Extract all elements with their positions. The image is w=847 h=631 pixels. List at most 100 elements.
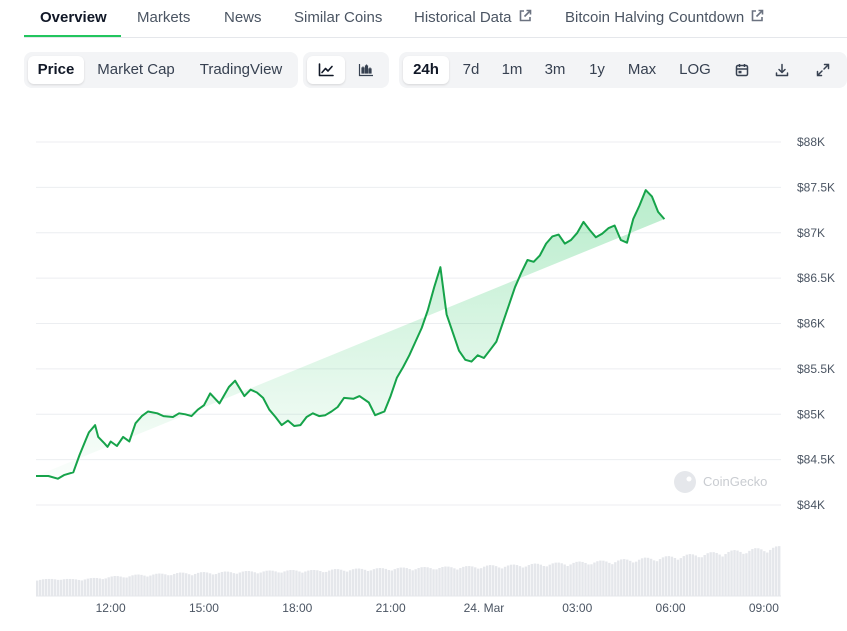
volume-bar xyxy=(658,559,662,596)
y-tick-label: $84K xyxy=(797,498,825,512)
price-point xyxy=(286,419,289,422)
volume-bar xyxy=(494,566,498,596)
volume-bar xyxy=(56,579,60,596)
volume-bar xyxy=(497,567,501,596)
volume-bar xyxy=(185,573,188,596)
volume-bar xyxy=(569,564,572,596)
volume-bar xyxy=(339,569,343,596)
volume-bar xyxy=(369,570,373,596)
volume-bar xyxy=(354,568,358,596)
volume-bar xyxy=(53,579,57,596)
volume-bar xyxy=(685,554,689,596)
price-point xyxy=(196,408,199,411)
price-point xyxy=(638,204,641,207)
tradingview-button[interactable]: TradingView xyxy=(188,56,294,84)
volume-bar xyxy=(643,557,647,596)
volume-bar xyxy=(673,557,677,596)
price-point xyxy=(162,415,165,418)
volume-bar xyxy=(551,563,554,596)
volume-bar xyxy=(676,559,680,596)
volume-bar xyxy=(41,579,45,596)
volume-bar xyxy=(101,579,104,596)
volume-bar xyxy=(745,553,748,596)
volume-bar xyxy=(331,569,334,596)
price-point xyxy=(451,331,454,334)
volume-bar xyxy=(599,560,602,596)
tab-news[interactable]: News xyxy=(224,9,262,26)
range-max-button[interactable]: Max xyxy=(619,56,665,84)
volume-bar xyxy=(766,552,769,596)
y-tick-label: $86.5K xyxy=(797,271,835,285)
volume-bar xyxy=(453,568,456,596)
price-point xyxy=(178,412,181,415)
price-point xyxy=(109,440,112,443)
price-view-button[interactable]: Price xyxy=(28,56,84,84)
volume-bar xyxy=(310,570,313,596)
coingecko-logo-icon xyxy=(674,471,696,493)
volume-bar xyxy=(149,575,152,596)
candlestick-chart-button[interactable] xyxy=(347,56,385,84)
tab-similar-coins[interactable]: Similar Coins xyxy=(294,9,382,26)
price-point xyxy=(134,422,137,425)
volume-bar xyxy=(694,555,697,596)
volume-bar xyxy=(524,566,528,596)
price-point xyxy=(650,195,653,198)
price-point xyxy=(243,395,246,398)
x-tick-label: 12:00 xyxy=(96,601,126,615)
line-chart-button[interactable] xyxy=(307,56,345,84)
price-point xyxy=(507,304,510,307)
volume-bar xyxy=(560,563,563,596)
volume-bar xyxy=(739,551,742,596)
volume-bar xyxy=(313,570,316,596)
price-point xyxy=(47,474,50,477)
x-tick-label: 15:00 xyxy=(189,601,219,615)
tab-historical-data[interactable]: Historical Data xyxy=(414,9,532,26)
download-button[interactable] xyxy=(765,56,799,84)
volume-bar xyxy=(527,565,531,596)
volume-bar xyxy=(244,571,247,596)
price-point xyxy=(383,410,386,413)
tab-overview[interactable]: Overview xyxy=(40,9,107,26)
volume-bar xyxy=(268,570,271,596)
tab-historical-data-label: Historical Data xyxy=(414,9,512,26)
volume-bar xyxy=(515,565,519,596)
range-7d-button[interactable]: 7d xyxy=(453,56,489,84)
range-24h-button[interactable]: 24h xyxy=(403,56,449,84)
volume-bar xyxy=(503,566,507,596)
range-1m-button[interactable]: 1m xyxy=(493,56,531,84)
price-point xyxy=(374,414,377,417)
price-point xyxy=(305,415,308,418)
fullscreen-button[interactable] xyxy=(805,56,841,84)
volume-bar xyxy=(378,568,382,596)
log-scale-button[interactable]: LOG xyxy=(669,56,721,84)
price-point xyxy=(103,442,106,445)
volume-bar xyxy=(596,561,599,596)
price-chart[interactable]: CoinGecko $84K $84.5K $85K $85.5K $86K $86.5K… xyxy=(0,120,847,631)
price-point xyxy=(551,235,554,238)
volume-bar xyxy=(208,573,212,596)
price-point xyxy=(128,440,131,443)
volume-bar xyxy=(718,554,721,596)
volume-bar xyxy=(253,572,256,596)
range-3m-button[interactable]: 3m xyxy=(535,56,575,84)
volume-bar xyxy=(682,556,686,596)
price-point xyxy=(389,395,392,398)
price-point xyxy=(482,356,485,359)
price-point xyxy=(464,358,467,361)
market-cap-view-button[interactable]: Market Cap xyxy=(88,56,184,84)
volume-bar xyxy=(757,548,760,596)
tab-markets[interactable]: Markets xyxy=(137,9,190,26)
volume-bar xyxy=(247,571,250,596)
volume-bar xyxy=(730,550,733,596)
volume-bar xyxy=(477,568,480,596)
calendar-icon xyxy=(735,64,749,77)
date-range-button[interactable] xyxy=(725,56,759,84)
watermark-label: CoinGecko xyxy=(703,474,767,489)
volume-bar xyxy=(38,579,42,596)
range-1y-button[interactable]: 1y xyxy=(579,56,615,84)
price-point xyxy=(514,286,517,289)
volume-bar xyxy=(691,554,694,596)
volume-bar xyxy=(92,577,95,596)
volume-bar xyxy=(286,570,289,596)
tab-bitcoin-halving-countdown[interactable]: Bitcoin Halving Countdown xyxy=(565,9,764,26)
